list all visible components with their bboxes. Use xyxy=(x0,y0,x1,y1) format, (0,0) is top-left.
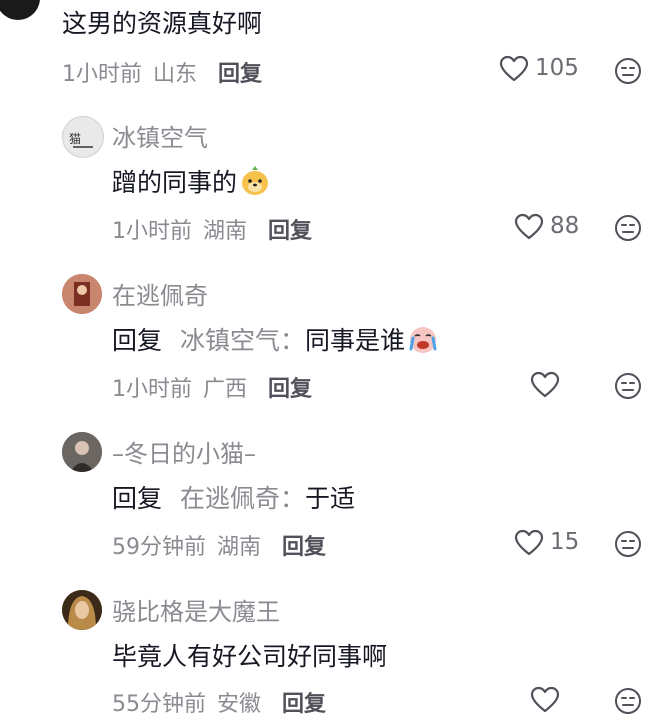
reply-to-user[interactable]: 冰镇空气： xyxy=(180,326,305,355)
reply-button[interactable]: 回复 xyxy=(218,62,262,87)
comment-time: 1小时前 xyxy=(62,62,142,87)
avatar[interactable] xyxy=(0,0,40,20)
like-count: 88 xyxy=(550,213,580,239)
avatar[interactable]: 猫 xyxy=(62,116,104,158)
comment-text-content: 同事是谁 xyxy=(304,326,405,355)
like-count: 105 xyxy=(535,55,579,81)
username[interactable]: 冰镇空气 xyxy=(112,118,208,153)
comment-text: 毕竟人有好公司好同事啊 xyxy=(112,642,388,671)
dog-face-emoji xyxy=(242,166,269,195)
reply-button[interactable]: 回复 xyxy=(268,377,312,402)
comment-location: 广西 xyxy=(203,377,248,402)
meh-face-icon[interactable] xyxy=(614,372,642,400)
reply-prefix: 回复 xyxy=(112,484,163,513)
comment-location: 湖南 xyxy=(217,535,262,560)
comment-text: 这男的资源真好啊 xyxy=(62,9,263,38)
comment-text-content: 于适 xyxy=(304,484,355,513)
comment-text: 蹭的同事的 xyxy=(112,163,271,199)
username[interactable]: 骁比格是大魔王 xyxy=(112,592,280,627)
comment-location: 山东 xyxy=(153,62,198,87)
crying-face-emoji xyxy=(409,327,437,353)
reply-button[interactable]: 回复 xyxy=(282,692,326,717)
reply-to-user[interactable]: 在逃佩奇： xyxy=(180,484,305,513)
comment-meta: 1小时前 湖南 回复 xyxy=(112,213,312,245)
comment-text: 回复 冰镇空气：同事是谁 xyxy=(112,321,439,357)
heart-outline-icon[interactable] xyxy=(514,213,544,241)
meh-face-icon[interactable] xyxy=(614,57,642,85)
comment-meta: 59分钟前 湖南 回复 xyxy=(112,529,326,561)
comment-text: 回复 在逃佩奇：于适 xyxy=(112,479,355,515)
like-count: 15 xyxy=(550,529,580,555)
comment-location: 安徽 xyxy=(217,692,262,717)
avatar[interactable] xyxy=(62,432,102,472)
username[interactable]: 在逃佩奇 xyxy=(112,276,208,311)
comment-time: 1小时前 xyxy=(112,219,192,244)
comment-location: 湖南 xyxy=(203,219,248,244)
meh-face-icon[interactable] xyxy=(614,687,642,715)
reply-button[interactable]: 回复 xyxy=(282,535,326,560)
comment-time: 1小时前 xyxy=(112,377,192,402)
username[interactable]: –冬日的小猫– xyxy=(112,434,256,469)
avatar[interactable] xyxy=(62,590,102,630)
comment-meta: 55分钟前 安徽 回复 xyxy=(112,686,326,718)
reply-prefix: 回复 xyxy=(112,326,163,355)
avatar[interactable] xyxy=(62,274,102,314)
comment-meta: 1小时前 山东 回复 xyxy=(62,56,262,88)
meh-face-icon[interactable] xyxy=(614,214,642,242)
heart-outline-icon[interactable] xyxy=(499,55,529,83)
reply-button[interactable]: 回复 xyxy=(268,219,312,244)
heart-outline-icon[interactable] xyxy=(514,529,544,557)
comment-meta: 1小时前 广西 回复 xyxy=(112,371,312,403)
heart-outline-icon[interactable] xyxy=(530,686,560,714)
svg-text:猫: 猫 xyxy=(69,132,81,146)
heart-outline-icon[interactable] xyxy=(530,371,560,399)
comment-time: 55分钟前 xyxy=(112,692,206,717)
comment-text-content: 蹭的同事的 xyxy=(112,168,238,197)
meh-face-icon[interactable] xyxy=(614,530,642,558)
comment-time: 59分钟前 xyxy=(112,535,206,560)
